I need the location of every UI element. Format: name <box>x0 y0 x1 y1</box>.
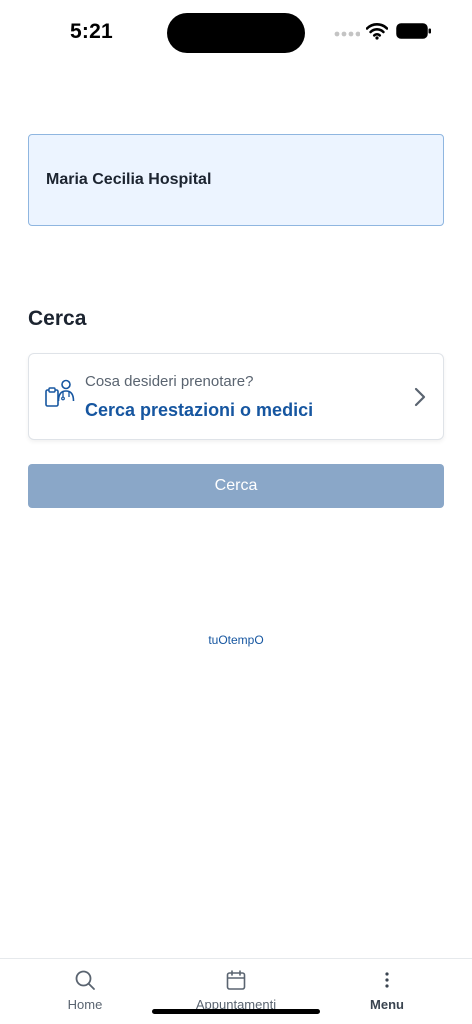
more-vertical-icon <box>385 972 389 988</box>
status-time: 5:21 <box>70 20 113 43</box>
cellular-signal-icon <box>334 31 360 37</box>
search-button[interactable]: Cerca <box>28 464 444 508</box>
search-icon <box>75 970 95 990</box>
bottom-tab-bar: Home Appuntamenti Menu <box>0 958 472 1024</box>
tuotempo-link[interactable]: tuOtempO <box>0 633 472 647</box>
tab-home-label: Home <box>67 997 103 1012</box>
battery-icon <box>396 23 431 39</box>
search-services-card[interactable]: Cosa desideri prenotare? Cerca prestazio… <box>28 353 444 440</box>
hospital-card[interactable]: Maria Cecilia Hospital <box>28 134 444 226</box>
tab-menu[interactable]: Menu <box>327 959 447 1019</box>
wifi-icon <box>366 23 388 40</box>
home-indicator[interactable] <box>152 1009 320 1014</box>
search-action-label: Cerca prestazioni o medici <box>85 400 314 420</box>
section-title: Cerca <box>28 307 87 330</box>
status-bar: 5:21 <box>0 0 472 64</box>
chevron-right-icon <box>414 387 426 407</box>
tab-menu-label: Menu <box>370 997 404 1012</box>
tab-home[interactable]: Home <box>25 959 145 1019</box>
dynamic-island <box>167 13 305 53</box>
hospital-name: Maria Cecilia Hospital <box>46 171 212 188</box>
app-screen: 5:21 Maria Cecilia Hospital Cerca Cosa d… <box>0 0 472 1024</box>
search-prompt-label: Cosa desideri prenotare? <box>85 373 254 390</box>
calendar-icon <box>226 970 246 990</box>
doctor-clipboard-icon <box>45 379 75 407</box>
